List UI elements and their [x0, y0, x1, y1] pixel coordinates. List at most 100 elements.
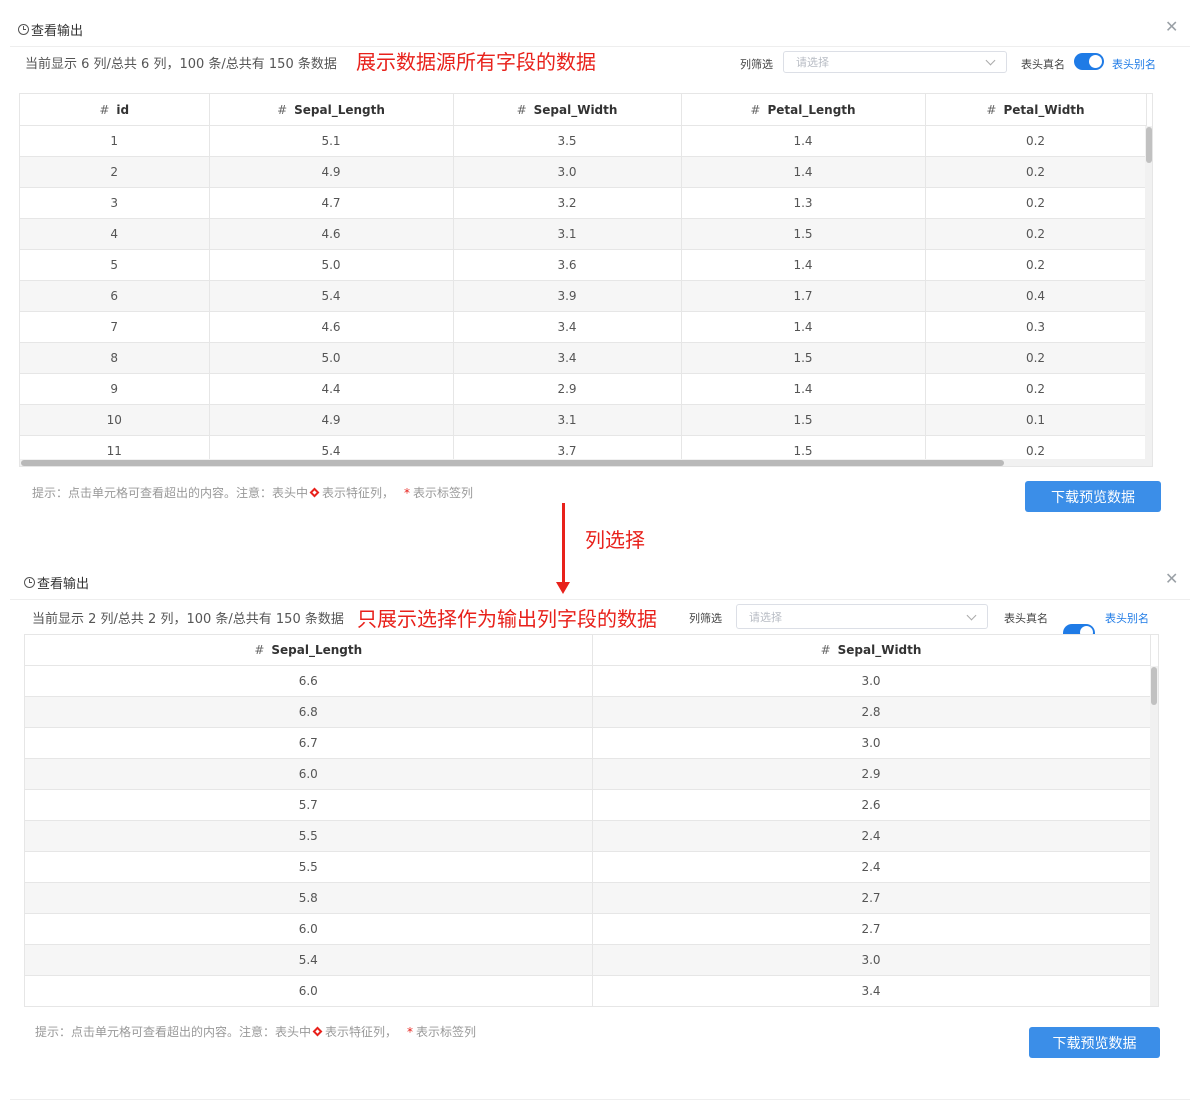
table-cell[interactable]: 2.6: [592, 789, 1151, 821]
table-cell[interactable]: 4.6: [209, 218, 454, 250]
bottom-vertical-scroll-thumb[interactable]: [1151, 667, 1157, 705]
table-cell[interactable]: 3.1: [453, 404, 682, 436]
table-cell[interactable]: 4: [20, 218, 210, 250]
table-cell[interactable]: 0.2: [925, 125, 1147, 157]
table-row: 3 4.7 3.2 1.3 0.2: [20, 187, 1147, 219]
table-cell[interactable]: 2.7: [592, 882, 1151, 914]
table-cell[interactable]: 1.4: [681, 373, 926, 405]
table-header-row: # Sepal_Length # Sepal_Width: [25, 635, 1151, 666]
table-cell[interactable]: 5: [20, 249, 210, 281]
table-cell[interactable]: 0.2: [925, 249, 1147, 281]
table-cell[interactable]: 6.0: [25, 758, 593, 790]
table-cell[interactable]: 3.0: [592, 944, 1151, 976]
table-cell[interactable]: 2.8: [592, 696, 1151, 728]
table-cell[interactable]: 2.9: [453, 373, 682, 405]
table-cell[interactable]: 5.7: [25, 789, 593, 821]
table-cell[interactable]: 3.9: [453, 280, 682, 312]
column-header-sepal-length[interactable]: # Sepal_Length: [25, 635, 593, 666]
table-cell[interactable]: 6: [20, 280, 210, 312]
table-cell[interactable]: 4.4: [209, 373, 454, 405]
table-cell[interactable]: 3.0: [592, 665, 1151, 697]
bottom-data-table[interactable]: # Sepal_Length # Sepal_Width 6.6 3.0 6.8 2.8…: [24, 634, 1159, 1007]
table-cell[interactable]: 3.0: [453, 156, 682, 188]
table-cell[interactable]: 8: [20, 342, 210, 374]
bottom-switch-label-alias[interactable]: 表头别名: [1105, 610, 1149, 626]
table-cell[interactable]: 2.7: [592, 913, 1151, 945]
column-header-sepal-length[interactable]: # Sepal_Length: [209, 94, 454, 126]
bottom-close-icon[interactable]: ✕: [1165, 571, 1178, 587]
table-cell[interactable]: 6.0: [25, 913, 593, 945]
table-cell[interactable]: 4.9: [209, 404, 454, 436]
top-header-alias-toggle[interactable]: [1074, 53, 1104, 70]
table-cell[interactable]: 0.2: [925, 156, 1147, 188]
bottom-vertical-scrollbar[interactable]: [1150, 666, 1158, 1006]
table-cell[interactable]: 5.5: [25, 851, 593, 883]
table-cell[interactable]: 0.3: [925, 311, 1147, 343]
top-close-icon[interactable]: ✕: [1165, 19, 1178, 35]
column-header-sepal-width[interactable]: # Sepal_Width: [453, 94, 682, 126]
table-row: 4 4.6 3.1 1.5 0.2: [20, 218, 1147, 250]
table-cell[interactable]: 4.6: [209, 311, 454, 343]
top-switch-label-alias[interactable]: 表头别名: [1112, 56, 1156, 72]
table-cell[interactable]: 0.1: [925, 404, 1147, 436]
table-cell[interactable]: 6.8: [25, 696, 593, 728]
table-cell[interactable]: 1.7: [681, 280, 926, 312]
column-header-petal-length[interactable]: # Petal_Length: [681, 94, 926, 126]
table-cell[interactable]: 3.0: [592, 727, 1151, 759]
top-horizontal-scroll-thumb[interactable]: [21, 460, 1004, 466]
table-cell[interactable]: 0.2: [925, 373, 1147, 405]
table-cell[interactable]: 9: [20, 373, 210, 405]
table-cell[interactable]: 5.1: [209, 125, 454, 157]
table-cell[interactable]: 1.5: [681, 218, 926, 250]
table-cell[interactable]: 3.5: [453, 125, 682, 157]
bottom-column-filter-select[interactable]: 请选择: [736, 604, 988, 629]
table-cell[interactable]: 1.4: [681, 125, 926, 157]
table-cell[interactable]: 4.9: [209, 156, 454, 188]
column-header-petal-width[interactable]: # Petal_Width: [925, 94, 1147, 126]
table-cell[interactable]: 2.4: [592, 820, 1151, 852]
table-cell[interactable]: 3.2: [453, 187, 682, 219]
table-cell[interactable]: 6.7: [25, 727, 593, 759]
table-cell[interactable]: 3.4: [453, 311, 682, 343]
table-cell[interactable]: 7: [20, 311, 210, 343]
table-cell[interactable]: 1.5: [681, 342, 926, 374]
table-cell[interactable]: 3.1: [453, 218, 682, 250]
table-cell[interactable]: 3.6: [453, 249, 682, 281]
table-cell[interactable]: 3.4: [453, 342, 682, 374]
table-cell[interactable]: 1.4: [681, 249, 926, 281]
table-cell[interactable]: 1.3: [681, 187, 926, 219]
table-cell[interactable]: 2.9: [592, 758, 1151, 790]
top-column-filter-select[interactable]: 请选择: [783, 51, 1007, 73]
table-cell[interactable]: 1.4: [681, 156, 926, 188]
table-cell[interactable]: 5.0: [209, 342, 454, 374]
table-cell[interactable]: 1.5: [681, 404, 926, 436]
down-arrow-icon: [556, 582, 570, 594]
table-cell[interactable]: 5.0: [209, 249, 454, 281]
table-cell[interactable]: 5.5: [25, 820, 593, 852]
table-cell[interactable]: 5.4: [209, 280, 454, 312]
table-cell[interactable]: 5.8: [25, 882, 593, 914]
bottom-panel-title: 查看输出: [24, 573, 89, 592]
table-cell[interactable]: 6.0: [25, 975, 593, 1006]
table-cell[interactable]: 1: [20, 125, 210, 157]
top-vertical-scrollbar[interactable]: [1145, 126, 1152, 459]
bottom-download-preview-button[interactable]: 下载预览数据: [1029, 1027, 1160, 1058]
table-cell[interactable]: 2.4: [592, 851, 1151, 883]
top-vertical-scroll-thumb[interactable]: [1146, 127, 1152, 163]
top-download-preview-button[interactable]: 下载预览数据: [1025, 481, 1161, 512]
table-cell[interactable]: 0.2: [925, 218, 1147, 250]
table-cell[interactable]: 6.6: [25, 665, 593, 697]
table-cell[interactable]: 5.4: [25, 944, 593, 976]
table-cell[interactable]: 3.4: [592, 975, 1151, 1006]
table-cell[interactable]: 10: [20, 404, 210, 436]
table-cell[interactable]: 0.2: [925, 187, 1147, 219]
table-cell[interactable]: 4.7: [209, 187, 454, 219]
top-data-table[interactable]: # id # Sepal_Length # Sepal_Width # Petal_Le…: [19, 93, 1153, 467]
column-header-id[interactable]: # id: [20, 94, 210, 126]
table-cell[interactable]: 0.2: [925, 342, 1147, 374]
table-cell[interactable]: 1.4: [681, 311, 926, 343]
column-header-sepal-width[interactable]: # Sepal_Width: [592, 635, 1151, 666]
table-cell[interactable]: 0.4: [925, 280, 1147, 312]
table-cell[interactable]: 2: [20, 156, 210, 188]
table-cell[interactable]: 3: [20, 187, 210, 219]
